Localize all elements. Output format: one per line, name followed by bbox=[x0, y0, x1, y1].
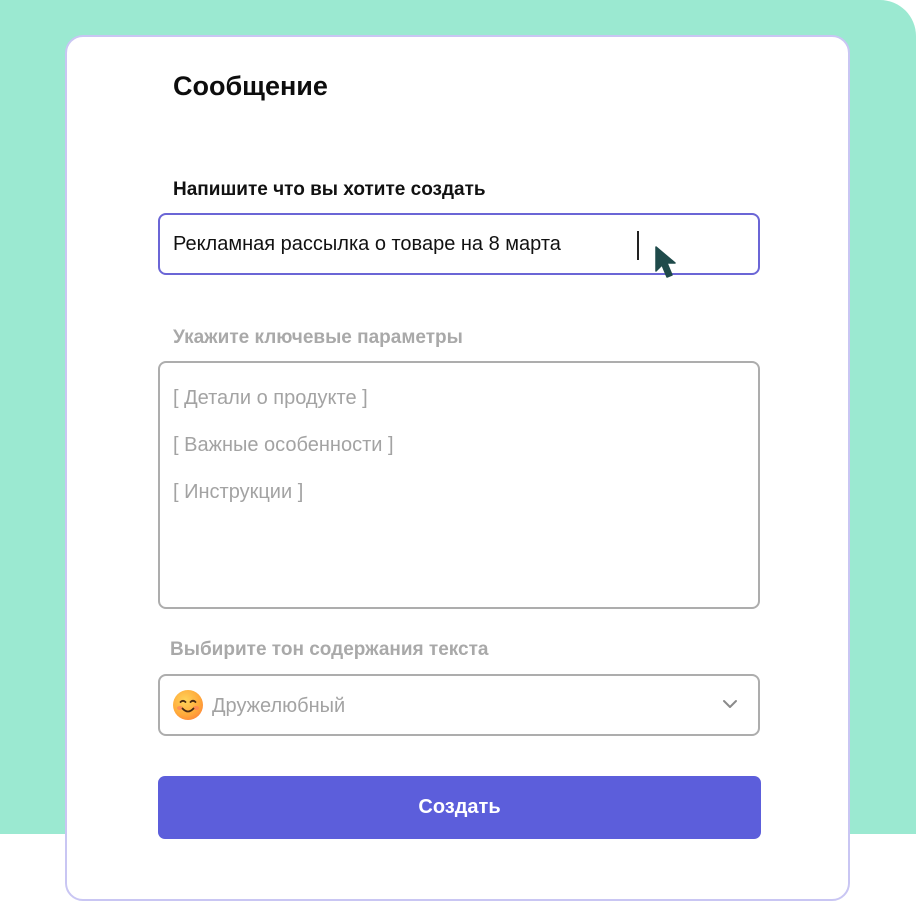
params-label: Укажите ключевые параметры bbox=[173, 327, 463, 348]
create-button[interactable]: Создать bbox=[158, 776, 761, 839]
smiling-face-emoji-icon bbox=[173, 690, 203, 720]
prompt-label: Напишите что вы хотите создать bbox=[173, 179, 486, 200]
text-caret bbox=[637, 231, 639, 260]
mouse-cursor-icon bbox=[655, 246, 676, 278]
params-placeholder-instructions: [ Инструкции ] bbox=[173, 481, 304, 503]
params-textarea[interactable]: [ Детали о продукте ] [ Важные особеннос… bbox=[158, 361, 760, 609]
params-placeholder-features: [ Важные особенности ] bbox=[173, 434, 394, 456]
tone-select[interactable]: Дружелюбный bbox=[158, 674, 760, 736]
prompt-input-value: Рекламная рассылка о товаре на 8 марта bbox=[173, 233, 561, 255]
chevron-down-icon[interactable] bbox=[722, 698, 738, 710]
params-placeholder-details: [ Детали о продукте ] bbox=[173, 387, 368, 409]
message-form-card: Сообщение Напишите что вы хотите создать… bbox=[65, 35, 850, 901]
tone-select-value: Дружелюбный bbox=[212, 695, 346, 717]
page-title: Сообщение bbox=[173, 71, 328, 101]
tone-label: Выбирите тон содержания текста bbox=[170, 639, 489, 660]
